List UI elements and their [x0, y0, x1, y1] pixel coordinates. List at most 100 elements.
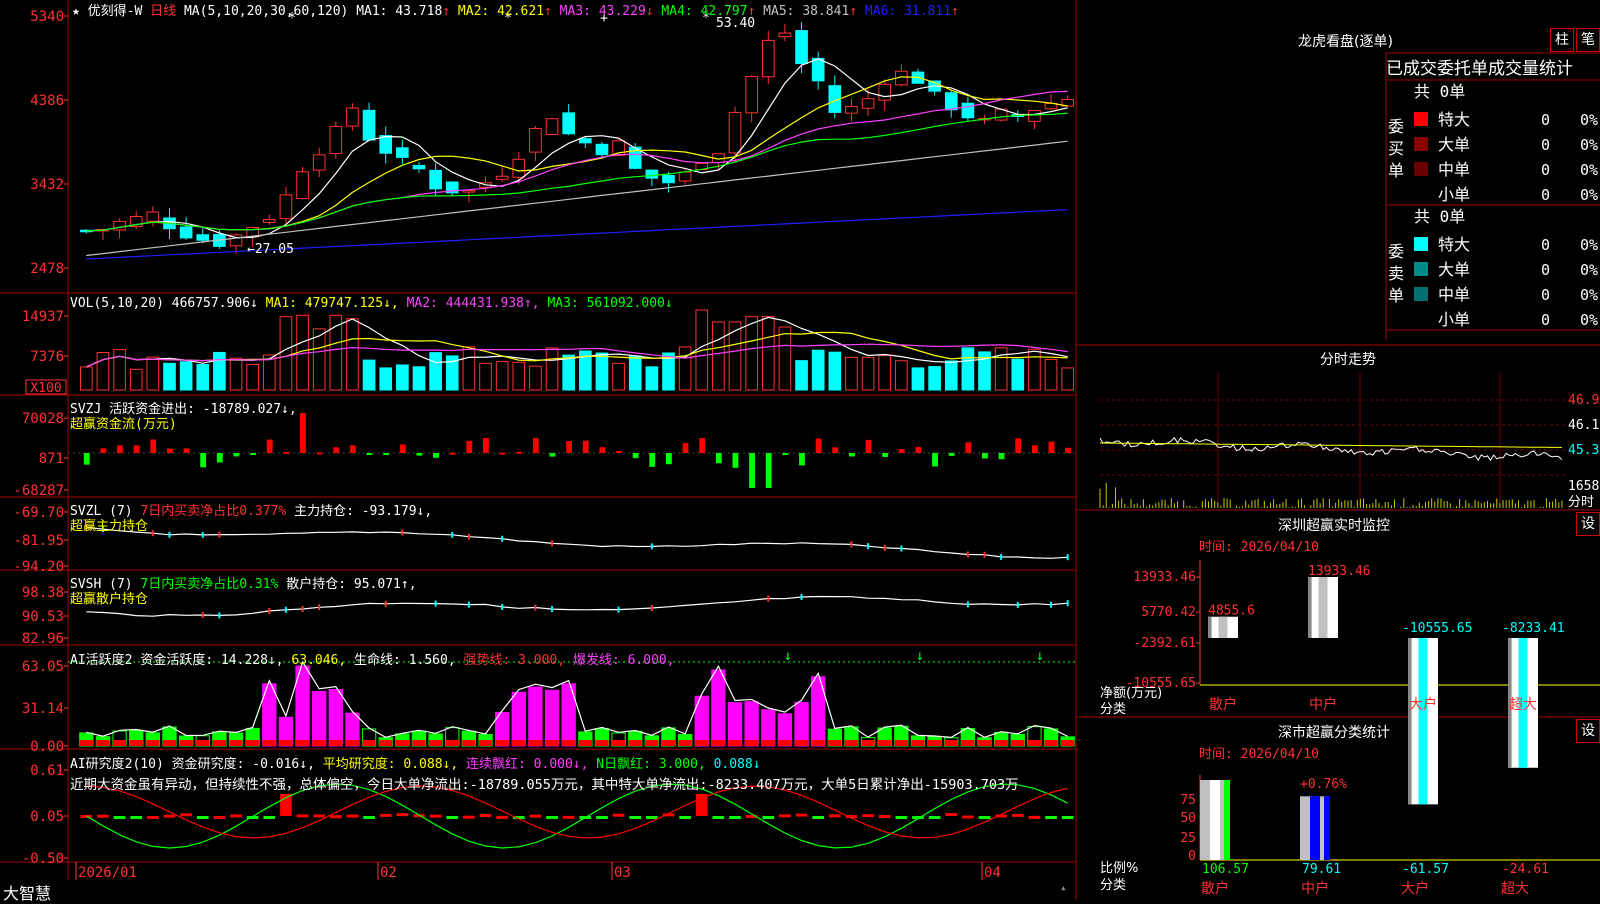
candle-body-30: [578, 138, 592, 144]
sell-swatch-0: [1414, 237, 1428, 251]
ai-active-base-34: [645, 740, 659, 746]
ai-active-arrow-0: ↓: [784, 648, 792, 664]
classify-bar-1-core: [1310, 796, 1320, 860]
ai-research-y-label-1: 0.05: [30, 809, 64, 825]
ma-legend-4: MA4: 42.797↑: [653, 4, 756, 19]
fenshi-title: 分时走势: [1320, 352, 1376, 368]
date-label-3: 04: [984, 865, 1001, 881]
svzj-bar-17: [366, 453, 373, 455]
svzj-bar-49: [898, 449, 905, 453]
buy-row-name-3: 小单: [1438, 185, 1470, 204]
ai-research-bar-1: [97, 814, 109, 818]
sell-swatch-1: [1414, 262, 1428, 276]
candle-body-39: [728, 111, 742, 154]
monitor-bar-2-edge: [1408, 638, 1412, 805]
ai-active-base-48: [878, 740, 892, 746]
svzl-line-tick-28: [551, 540, 554, 547]
svsh-y-label-0: 98.38: [22, 585, 64, 601]
ai-active-base-52: [944, 740, 958, 746]
svzj-bar-41: [765, 453, 772, 488]
ai-active-base-46: [844, 740, 859, 746]
svsh-line-tick-11: [268, 607, 271, 614]
ai-research-bar-41: [762, 816, 775, 819]
monitor-y-label-1: 5770.42: [1141, 605, 1196, 620]
ai-active-base-4: [146, 740, 160, 746]
ai-active-base-51: [927, 740, 942, 746]
star-icon: ★: [72, 4, 80, 19]
ai-active-base-19: [395, 740, 410, 746]
vol-ma1: MA1: 479747.125↓,: [265, 296, 399, 311]
candle-body-27: [529, 127, 542, 153]
ai-active-base-57: [1027, 740, 1042, 746]
ai-active-base-20: [412, 740, 426, 746]
ai-research-bar-45: [828, 814, 841, 818]
candle-body-34: [645, 169, 659, 179]
vol-bar-19: [396, 364, 409, 391]
ai-active-base-25: [495, 740, 509, 746]
svzl-y-label-0: -69.70: [13, 505, 64, 521]
svsh-line-tick-14: [318, 604, 321, 611]
vol-bar-45: [828, 351, 842, 391]
ma-legend-3: MA3: 43.229↓: [551, 4, 654, 19]
svzj-bar-32: [616, 450, 622, 453]
stats-title: 已成交委托单成交量统计: [1386, 59, 1573, 79]
sell-side-char-0: 委: [1388, 242, 1404, 261]
ai-active-base-41: [761, 740, 775, 746]
ai-active-base-3: [129, 740, 143, 746]
svsh-line-tick-21: [434, 600, 437, 607]
vol-bar-5: [163, 362, 176, 391]
vol-bar-57: [1028, 348, 1041, 391]
vol-value: 466757.906↓: [171, 296, 258, 311]
fenshi-avg-line: [1100, 442, 1562, 448]
ai-active-base-28: [545, 740, 559, 746]
ai-research-name: AI研究度2(10): [70, 757, 164, 772]
fenshi-price-line: [1099, 436, 1563, 462]
candle-body-23: [462, 190, 476, 193]
ai-active-base-31: [595, 740, 609, 746]
vol-bar-8: [213, 351, 226, 391]
ai-active-bar-15: [328, 689, 343, 747]
monitor-title: 深圳超赢实时监控: [1278, 518, 1390, 534]
vol-bar-16: [346, 318, 359, 391]
candle-body-6: [179, 226, 193, 239]
ai-research-bar-9: [230, 814, 242, 818]
ai-active-line: [86, 660, 1068, 739]
lock-icon: ▴: [1060, 881, 1067, 894]
vol-bar-18: [379, 367, 393, 391]
ma-line-3: [86, 90, 1068, 232]
svzl-line-tick-59: [1066, 554, 1069, 561]
svzj-bar-36: [682, 443, 689, 453]
classify-bar-1-edge: [1324, 796, 1330, 860]
ai-active-base-54: [977, 740, 992, 746]
low-price-label: ←27.05: [247, 242, 294, 257]
svzj-bar-42: [782, 453, 789, 456]
candle-body-41: [761, 39, 775, 78]
candle-body-26: [512, 158, 526, 178]
ai-research-bar-17: [363, 816, 375, 819]
classify-y-label-3: 0: [1188, 849, 1196, 864]
column-view-button[interactable]: 柱: [1550, 28, 1574, 52]
ma-line-4: [86, 112, 1068, 232]
svzj-bar-0: [83, 453, 90, 465]
svzj-bar-3: [133, 445, 140, 453]
monitor-settings-button[interactable]: 设: [1576, 512, 1600, 536]
svzj-bar-31: [599, 447, 606, 453]
svsh-line-tick-8: [218, 612, 221, 619]
ai-active-base-58: [1044, 740, 1058, 746]
buy-row-count-3: 0: [1541, 186, 1550, 204]
sell-row-pct-2: 0%: [1580, 286, 1598, 304]
ai-active-base-10: [245, 740, 260, 746]
svsh-line-tick-58: [1050, 601, 1053, 608]
ai-research-bar-4: [147, 815, 159, 819]
svzj-bar-26: [516, 451, 523, 454]
candle-body-11: [262, 218, 276, 223]
ai-research-bar-28: [546, 816, 558, 819]
svsh-line-tick-12: [284, 606, 287, 613]
ai-research-bar-2: [113, 816, 126, 819]
tick-view-button[interactable]: 笔: [1576, 28, 1600, 52]
classify-settings-button[interactable]: 设: [1576, 719, 1600, 743]
ai-research-bar-53: [962, 815, 974, 819]
candle-body-25: [495, 175, 509, 180]
ai-active-base-53: [961, 740, 975, 746]
sell-row-name-0: 特大: [1438, 235, 1470, 254]
